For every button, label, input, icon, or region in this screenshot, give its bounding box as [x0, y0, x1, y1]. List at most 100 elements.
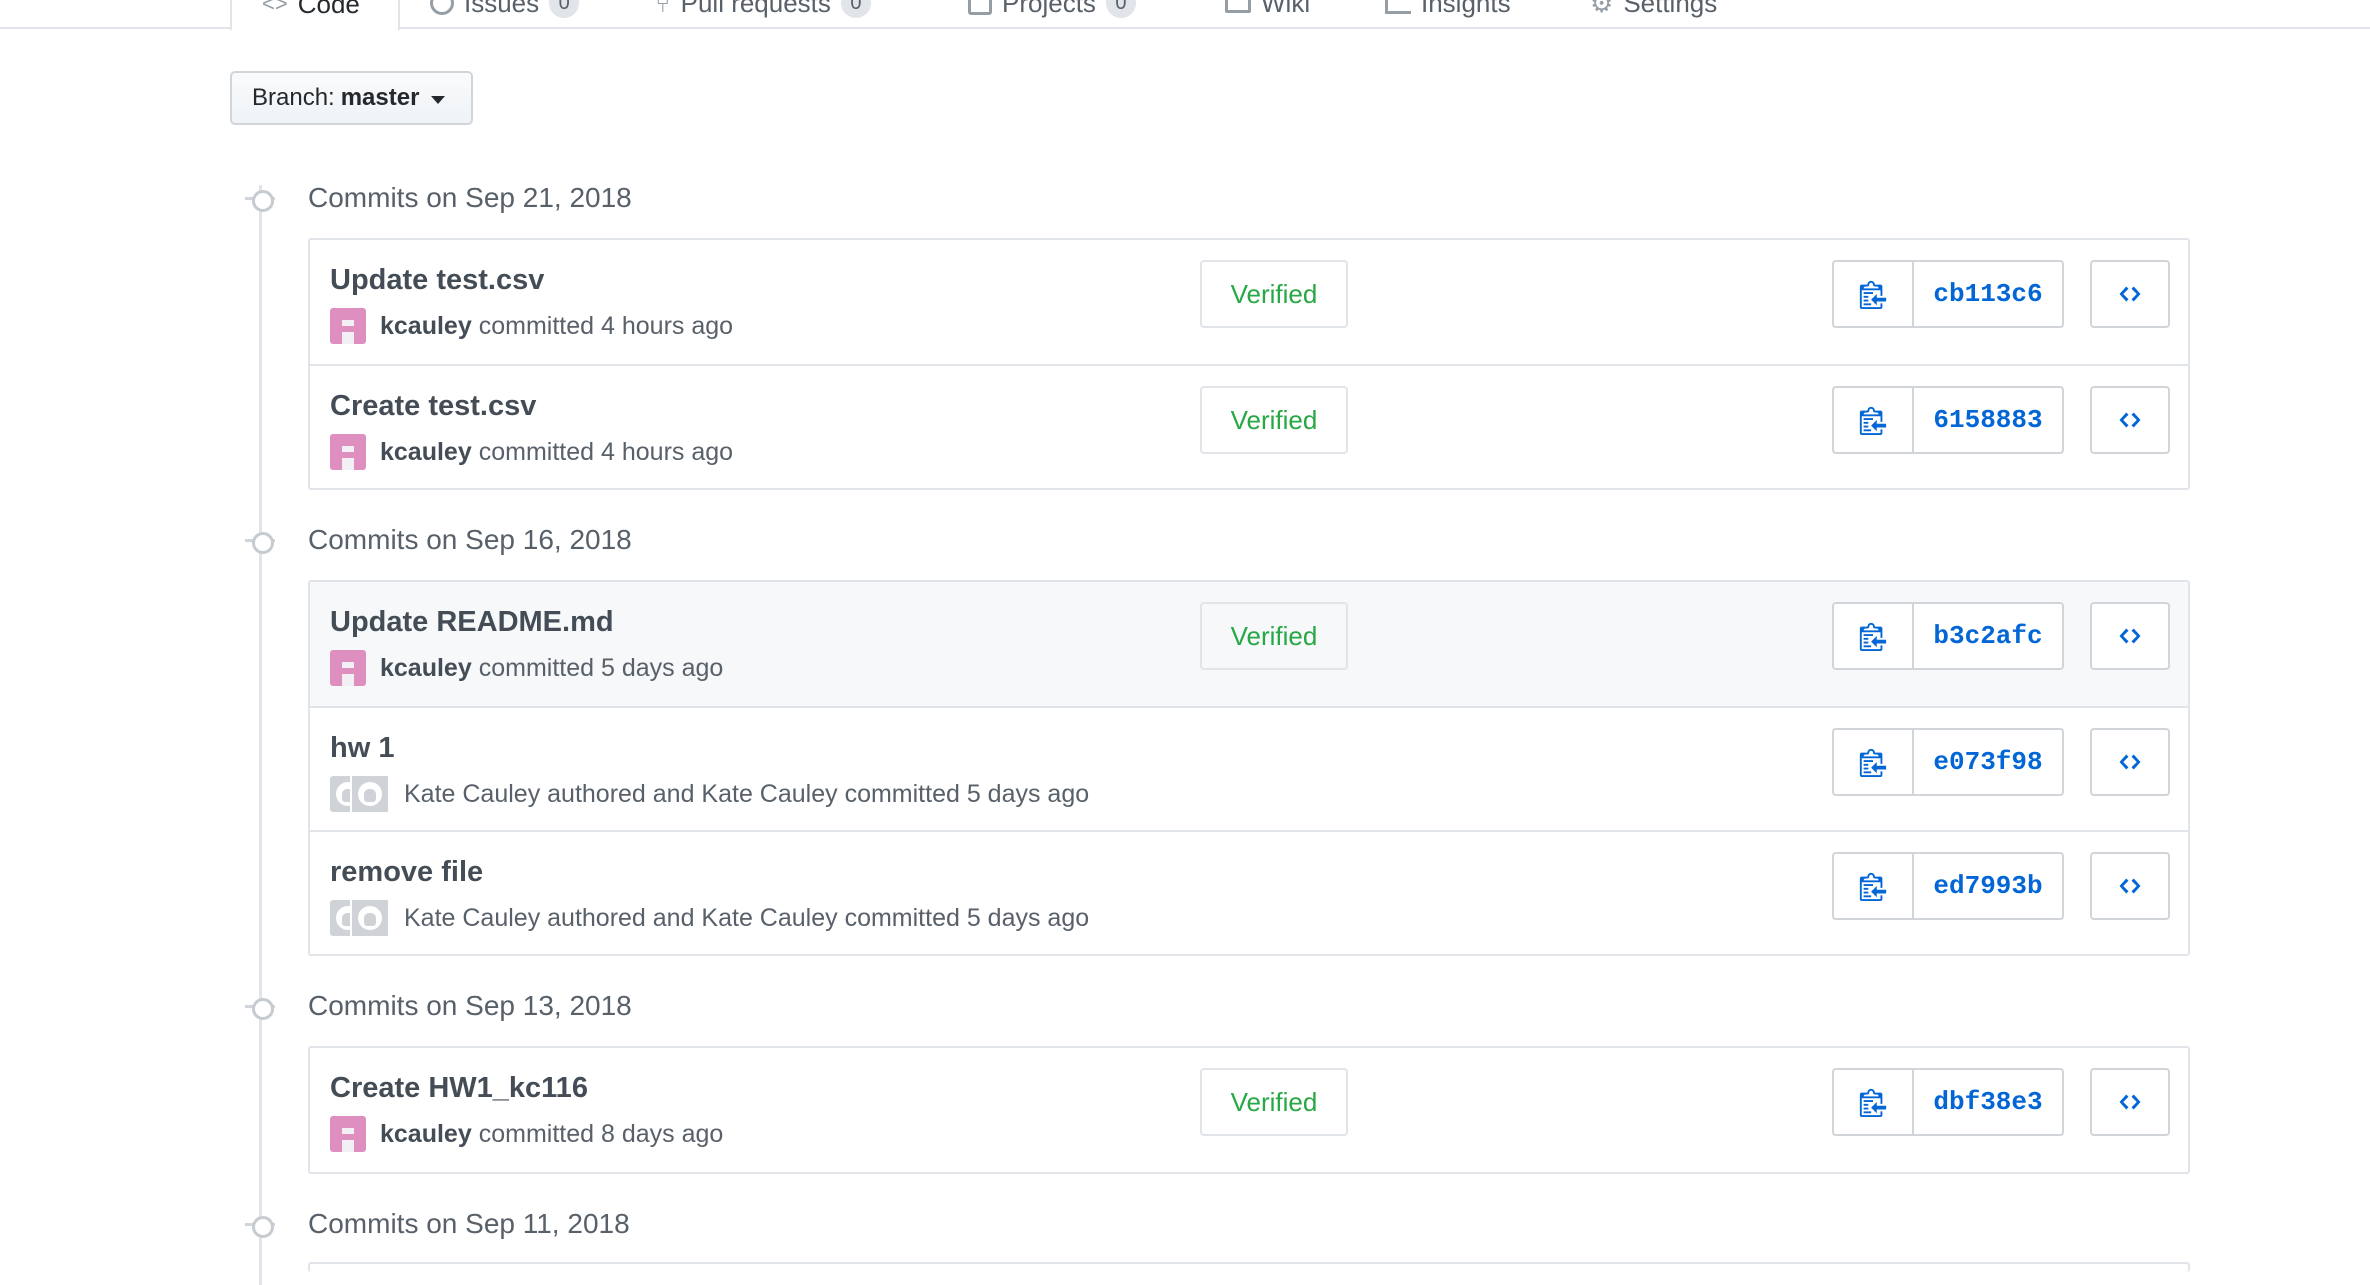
commit-group-header: Commits on Sep 21, 2018 — [245, 178, 632, 218]
github-default-avatar-icon — [358, 782, 382, 806]
commit-row: Create HW1_kc116 kcauley committed 8 day… — [310, 1048, 2188, 1172]
code-icon — [2119, 412, 2141, 428]
tab-projects[interactable]: Projects 0 — [968, 0, 1136, 28]
code-icon: <> — [262, 0, 288, 16]
commit-title-link[interactable]: Update test.csv — [330, 264, 544, 297]
commit-time-text: committed 5 days ago — [478, 653, 724, 682]
verified-badge[interactable]: Verified — [1200, 1068, 1348, 1136]
verified-badge[interactable]: Verified — [1200, 602, 1348, 670]
commit-group: Update test.csv kcauley committed 4 hour… — [308, 238, 2190, 490]
avatar[interactable] — [330, 1116, 366, 1152]
tab-settings-label: Settings — [1623, 0, 1718, 18]
sha-button-group: b3c2afc — [1832, 602, 2064, 670]
copy-sha-button[interactable] — [1834, 1070, 1914, 1134]
code-icon — [2119, 1094, 2141, 1110]
branch-prefix: Branch: — [252, 84, 335, 111]
commit-sha-link[interactable]: e073f98 — [1914, 730, 2062, 794]
browse-repo-button[interactable] — [2090, 728, 2170, 796]
tab-projects-label: Projects — [1002, 0, 1096, 18]
tab-wiki[interactable]: Wiki — [1225, 0, 1310, 28]
commit-title-link[interactable]: Create HW1_kc116 — [330, 1072, 588, 1105]
copy-sha-button[interactable] — [1834, 604, 1914, 668]
commit-title-link[interactable]: Update README.md — [330, 606, 614, 639]
avatar — [350, 898, 390, 938]
gear-icon: ⚙ — [1590, 0, 1614, 18]
graph-icon — [1385, 0, 1411, 14]
clippy-icon — [1859, 1088, 1887, 1117]
commit-group-title: Commits on Sep 13, 2018 — [308, 990, 632, 1021]
commit-group-header: Commits on Sep 11, 2018 — [245, 1204, 630, 1244]
branch-select-button[interactable]: Branch: master — [230, 71, 473, 125]
commit-sha-link[interactable]: 6158883 — [1914, 388, 2062, 452]
commit-sha-link[interactable]: cb113c6 — [1914, 262, 2062, 326]
copy-sha-button[interactable] — [1834, 262, 1914, 326]
commit-title-link[interactable]: hw 1 — [330, 732, 394, 765]
commit-group-title: Commits on Sep 16, 2018 — [308, 524, 632, 555]
issue-opened-icon — [430, 0, 454, 15]
commit-title-link[interactable]: remove file — [330, 856, 483, 889]
commit-sha-link[interactable]: ed7993b — [1914, 854, 2062, 918]
commit-meta: kcauley committed 4 hours ago — [330, 308, 733, 344]
commit-row: remove file Kate Cauley authored and Kat… — [310, 830, 2188, 954]
commit-meta: kcauley committed 8 days ago — [330, 1116, 723, 1152]
commit-group-title: Commits on Sep 11, 2018 — [308, 1208, 630, 1239]
clippy-icon — [1859, 748, 1887, 777]
git-commit-icon — [245, 525, 275, 555]
git-commit-icon — [245, 183, 275, 213]
avatar[interactable] — [330, 308, 366, 344]
commit-meta: Kate Cauley authored and Kate Cauley com… — [330, 898, 1090, 938]
sha-button-group: cb113c6 — [1832, 260, 2064, 328]
verified-badge[interactable]: Verified — [1200, 386, 1348, 454]
commits-timeline — [259, 185, 262, 1285]
commit-sha-link[interactable]: dbf38e3 — [1914, 1070, 2062, 1134]
project-icon — [968, 0, 992, 15]
commit-author-link[interactable]: kcauley — [380, 312, 472, 341]
commit-time-text: committed 4 hours ago — [478, 311, 734, 340]
avatar-stack[interactable] — [330, 774, 390, 814]
code-icon — [2119, 628, 2141, 644]
browse-repo-button[interactable] — [2090, 602, 2170, 670]
commit-sha-link[interactable]: b3c2afc — [1914, 604, 2062, 668]
clippy-icon — [1859, 406, 1887, 435]
tab-settings[interactable]: ⚙ Settings — [1590, 0, 1717, 28]
issues-count: 0 — [549, 0, 580, 18]
tab-issues[interactable]: Issues 0 — [430, 0, 580, 28]
commit-author-link[interactable]: kcauley — [380, 438, 472, 467]
commit-row: Create test.csv kcauley committed 4 hour… — [310, 364, 2188, 488]
avatar[interactable] — [330, 650, 366, 686]
avatar[interactable] — [330, 434, 366, 470]
copy-sha-button[interactable] — [1834, 388, 1914, 452]
browse-repo-button[interactable] — [2090, 852, 2170, 920]
browse-repo-button[interactable] — [2090, 1068, 2170, 1136]
repo-nav: <> Code Issues 0 ⑂ Pull requests 0 Proje… — [0, 0, 2370, 30]
clippy-icon — [1859, 280, 1887, 309]
commit-author-link[interactable]: kcauley — [380, 654, 472, 683]
commit-title-link[interactable]: Create test.csv — [330, 390, 536, 423]
browse-repo-button[interactable] — [2090, 260, 2170, 328]
tab-insights-label: Insights — [1421, 0, 1511, 18]
verified-badge[interactable]: Verified — [1200, 260, 1348, 328]
tab-insights[interactable]: Insights — [1385, 0, 1511, 28]
sha-button-group: e073f98 — [1832, 728, 2064, 796]
tab-pull-requests[interactable]: ⑂ Pull requests 0 — [655, 0, 871, 28]
git-pull-request-icon: ⑂ — [655, 0, 671, 18]
commit-meta: Kate Cauley authored and Kate Cauley com… — [330, 774, 1090, 814]
commit-time-text: committed 8 days ago — [478, 1119, 724, 1148]
copy-sha-button[interactable] — [1834, 854, 1914, 918]
commit-meta: kcauley committed 5 days ago — [330, 650, 723, 686]
projects-count: 0 — [1105, 0, 1136, 18]
sha-button-group: ed7993b — [1832, 852, 2064, 920]
commit-authorship-text: Kate Cauley authored and Kate Cauley com… — [404, 903, 1090, 932]
copy-sha-button[interactable] — [1834, 730, 1914, 794]
code-icon — [2119, 286, 2141, 302]
commit-group: Update README.md kcauley committed 5 day… — [308, 580, 2190, 956]
commit-group — [308, 1262, 2190, 1272]
avatar — [350, 774, 390, 814]
browse-repo-button[interactable] — [2090, 386, 2170, 454]
avatar-stack[interactable] — [330, 898, 390, 938]
tab-code[interactable]: <> Code — [230, 0, 400, 30]
commit-author-link[interactable]: kcauley — [380, 1120, 472, 1149]
clippy-icon — [1859, 622, 1887, 651]
tab-code-label: Code — [297, 0, 360, 19]
commit-authorship-text: Kate Cauley authored and Kate Cauley com… — [404, 779, 1090, 808]
